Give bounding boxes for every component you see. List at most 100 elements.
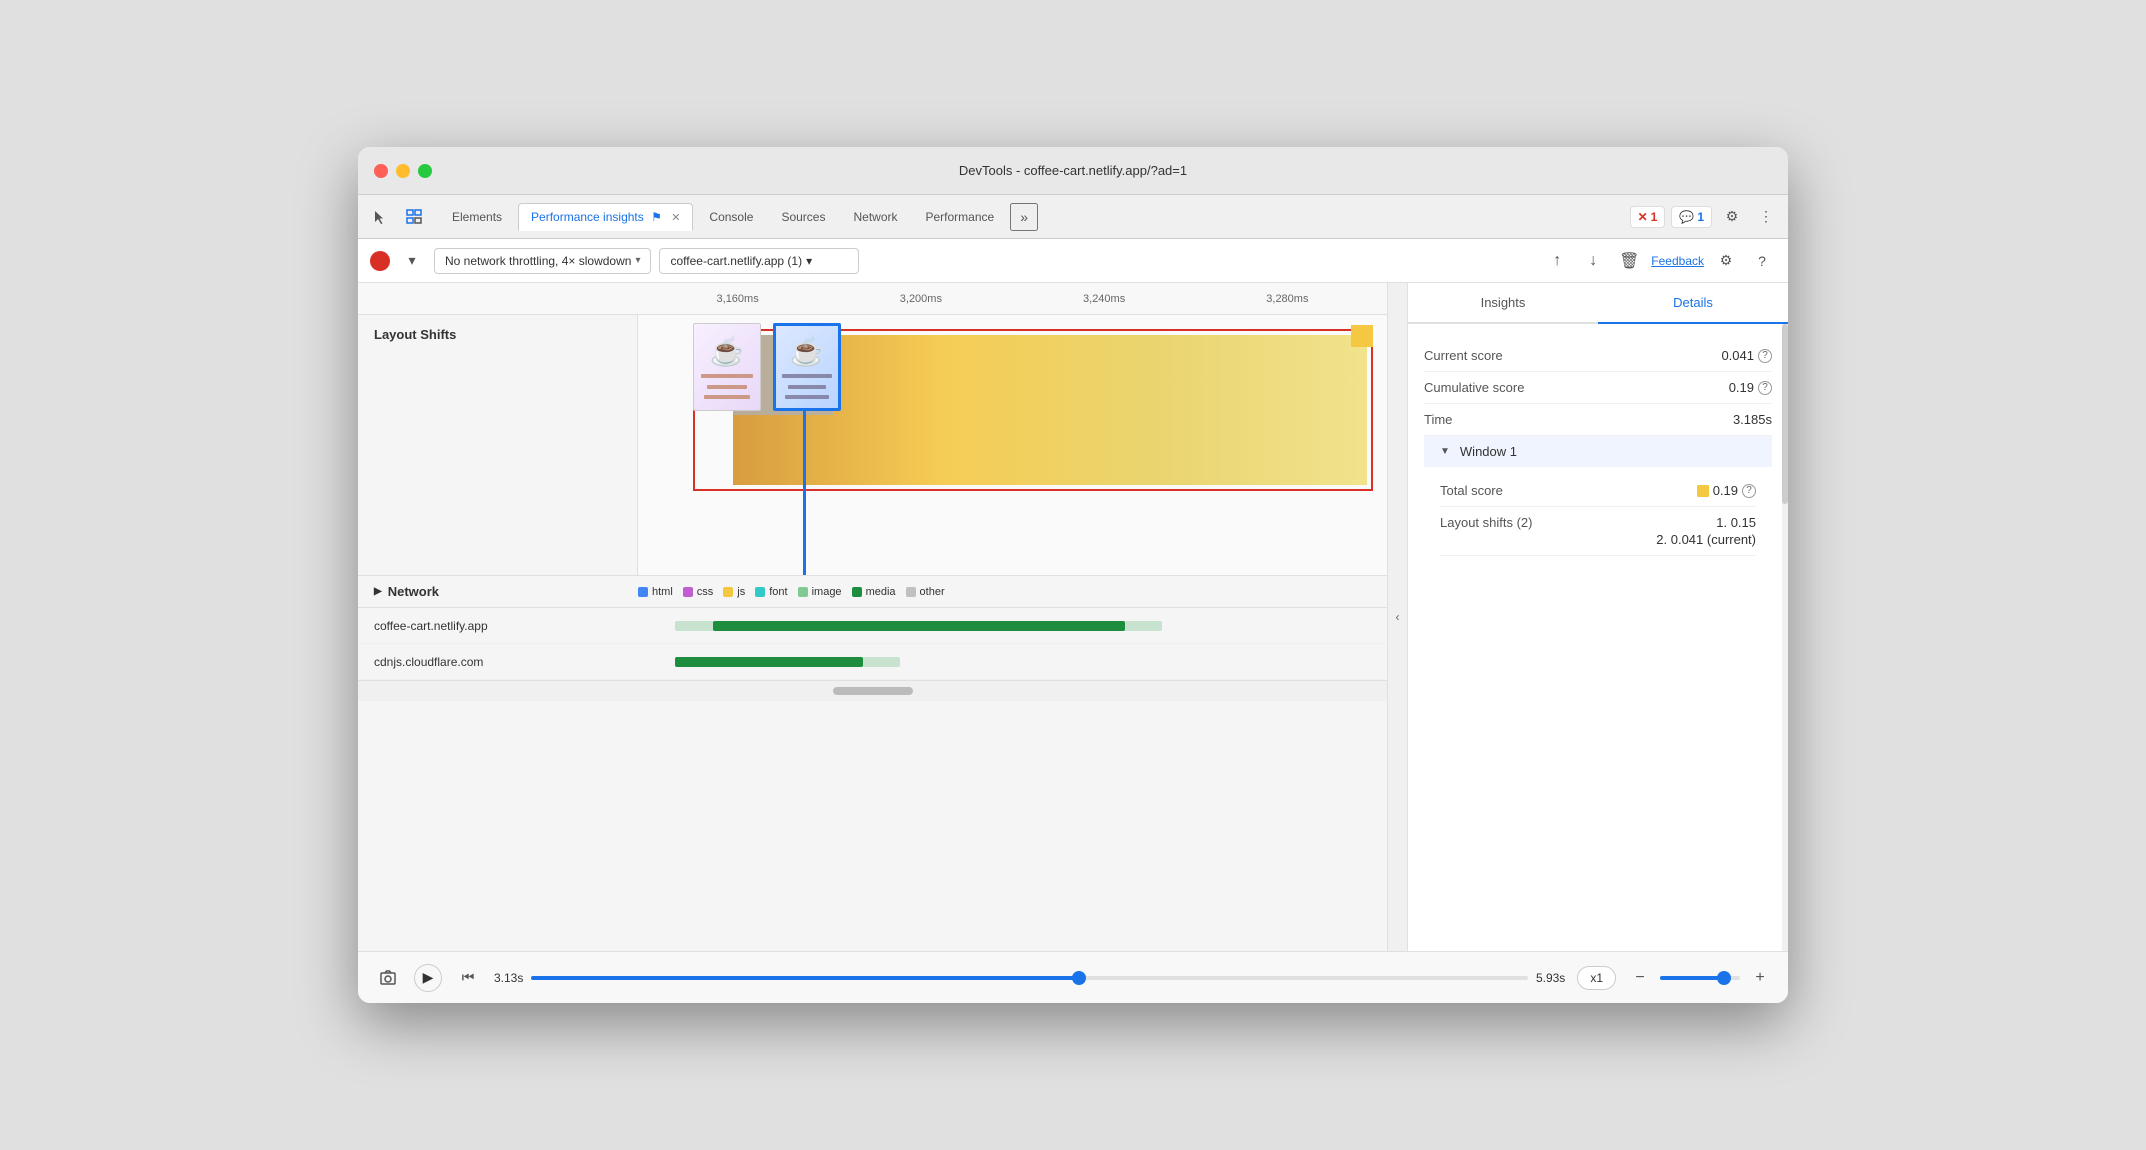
network-section: ▶ Network html css xyxy=(358,576,1387,681)
perf-tab-icon: ⚑ xyxy=(651,210,662,224)
legend-font: font xyxy=(755,586,787,598)
tab-sources[interactable]: Sources xyxy=(769,204,837,230)
font-dot xyxy=(755,587,765,597)
network-bar-area-2 xyxy=(638,644,1387,679)
download-icon-btn[interactable]: ↓ xyxy=(1579,247,1607,275)
delete-icon-btn[interactable]: 🗑 xyxy=(1615,247,1643,275)
time-start-label: 3.13s xyxy=(494,971,523,985)
window-detail-rows: Total score 0.19 ? Layout shifts (2) xyxy=(1424,467,1772,564)
upload-icon-btn[interactable]: ↑ xyxy=(1543,247,1571,275)
tab-close-icon[interactable]: ✕ xyxy=(671,211,680,224)
cumulative-score-help-icon[interactable]: ? xyxy=(1758,381,1772,395)
thumb-bar-3 xyxy=(704,395,750,399)
coffee-cup-1: ☕ xyxy=(710,335,745,368)
total-score-value: 0.19 ? xyxy=(1697,483,1756,498)
layout-shifts-viz[interactable]: ☕ ☕ xyxy=(638,315,1387,575)
legend-other: other xyxy=(906,586,945,598)
thumbnail-1[interactable]: ☕ xyxy=(693,323,761,411)
tab-overflow-btn[interactable]: » xyxy=(1010,203,1038,231)
detail-cumulative-score: Cumulative score 0.19 ? xyxy=(1424,372,1772,404)
network-legend: html css js xyxy=(638,586,1371,598)
network-expand-icon[interactable]: ▶ xyxy=(374,586,382,597)
tab-bar-right: ✕ 1 💬 1 ⚙ ⋮ xyxy=(1630,203,1780,231)
message-badge[interactable]: 💬 1 xyxy=(1671,206,1712,228)
thumb-bar-5 xyxy=(788,385,825,389)
more-options-icon-btn[interactable]: ⋮ xyxy=(1752,203,1780,231)
orange-indicator-icon xyxy=(1697,485,1709,497)
play-button[interactable]: ▶ xyxy=(414,964,442,992)
help-icon-btn[interactable]: ? xyxy=(1748,247,1776,275)
error-icon: ✕ xyxy=(1638,210,1648,224)
network-rows: coffee-cart.netlify.app cdnjs.cloudflare… xyxy=(358,608,1387,680)
html-dot xyxy=(638,587,648,597)
network-bar-fg-2 xyxy=(675,657,862,667)
table-row[interactable]: cdnjs.cloudflare.com xyxy=(358,644,1387,680)
coffee-cup-2: ☕ xyxy=(790,335,825,368)
right-panel: Insights Details Current score 0.041 ? xyxy=(1408,283,1788,951)
media-dot xyxy=(852,587,862,597)
legend-js: js xyxy=(723,586,745,598)
css-dot xyxy=(683,587,693,597)
throttle-arrow-icon: ▾ xyxy=(635,255,640,266)
thumb-bar-2 xyxy=(707,385,747,389)
skip-back-icon-btn[interactable]: ⏮ xyxy=(454,964,482,992)
current-score-value: 0.041 ? xyxy=(1721,348,1772,363)
cursor-icon-btn[interactable] xyxy=(366,203,394,231)
tab-network[interactable]: Network xyxy=(841,204,909,230)
throttle-dropdown[interactable]: No network throttling, 4× slowdown ▾ xyxy=(434,248,651,274)
panel-resize-btn[interactable]: ‹ xyxy=(1388,283,1408,951)
network-bar-area-1 xyxy=(638,608,1387,643)
dropdown-arrow-btn[interactable]: ▾ xyxy=(398,247,426,275)
speed-badge[interactable]: x1 xyxy=(1577,966,1616,990)
record-button[interactable] xyxy=(370,251,390,271)
time-end-label: 5.93s xyxy=(1536,971,1565,985)
time-slider[interactable] xyxy=(531,976,1528,980)
url-arrow-icon: ▾ xyxy=(806,254,812,268)
tab-performance[interactable]: Performance xyxy=(914,204,1007,230)
window-detail-total-score: Total score 0.19 ? xyxy=(1440,475,1756,507)
close-button[interactable] xyxy=(374,164,388,178)
other-dot xyxy=(906,587,916,597)
tab-elements[interactable]: Elements xyxy=(440,204,514,230)
zoom-slider[interactable] xyxy=(1660,976,1740,980)
devtools-window: DevTools - coffee-cart.netlify.app/?ad=1… xyxy=(358,147,1788,1003)
feedback-link[interactable]: Feedback xyxy=(1651,254,1704,268)
legend-css: css xyxy=(683,586,714,598)
cumulative-score-value: 0.19 ? xyxy=(1729,380,1772,395)
total-score-help-icon[interactable]: ? xyxy=(1742,484,1756,498)
error-badge[interactable]: ✕ 1 xyxy=(1630,206,1666,228)
time-slider-fill xyxy=(531,976,1079,980)
scrollbar-area[interactable] xyxy=(358,681,1387,701)
detail-current-score: Current score 0.041 ? xyxy=(1424,340,1772,372)
url-dropdown[interactable]: coffee-cart.netlify.app (1) ▾ xyxy=(659,248,859,274)
current-score-help-icon[interactable]: ? xyxy=(1758,349,1772,363)
detail-time: Time 3.185s xyxy=(1424,404,1772,436)
tab-insights[interactable]: Insights xyxy=(1408,283,1598,322)
timeline-header: 3,160ms 3,200ms 3,240ms 3,280ms xyxy=(358,283,1387,315)
settings-icon-btn[interactable]: ⚙ xyxy=(1718,203,1746,231)
network-header: ▶ Network html css xyxy=(358,576,1387,608)
table-row[interactable]: coffee-cart.netlify.app xyxy=(358,608,1387,644)
zoom-out-icon-btn[interactable]: − xyxy=(1628,966,1652,990)
inspect-icon-btn[interactable] xyxy=(400,203,428,231)
tab-performance-insights[interactable]: Performance insights ⚑ ✕ xyxy=(518,203,693,231)
network-row-label-1: coffee-cart.netlify.app xyxy=(358,619,638,633)
zoom-slider-thumb[interactable] xyxy=(1717,971,1731,985)
maximize-button[interactable] xyxy=(418,164,432,178)
tab-details[interactable]: Details xyxy=(1598,283,1788,324)
thumbnail-2-selected[interactable]: ☕ xyxy=(773,323,841,411)
layout-shifts-content: ☕ ☕ xyxy=(638,315,1387,575)
scrollbar-thumb xyxy=(833,687,913,695)
right-scrollbar[interactable] xyxy=(1782,324,1788,951)
legend-media: media xyxy=(852,586,896,598)
zoom-in-icon-btn[interactable]: + xyxy=(1748,966,1772,990)
main-area: 3,160ms 3,200ms 3,240ms 3,280ms Layout S… xyxy=(358,283,1788,1003)
settings2-icon-btn[interactable]: ⚙ xyxy=(1712,247,1740,275)
image-dot xyxy=(798,587,808,597)
window-collapse-icon[interactable]: ▼ xyxy=(1440,446,1450,457)
time-range: 3.13s 5.93s xyxy=(494,971,1565,985)
minimize-button[interactable] xyxy=(396,164,410,178)
tab-console[interactable]: Console xyxy=(697,204,765,230)
screenshot-icon-btn[interactable] xyxy=(374,964,402,992)
time-slider-thumb[interactable] xyxy=(1072,971,1086,985)
